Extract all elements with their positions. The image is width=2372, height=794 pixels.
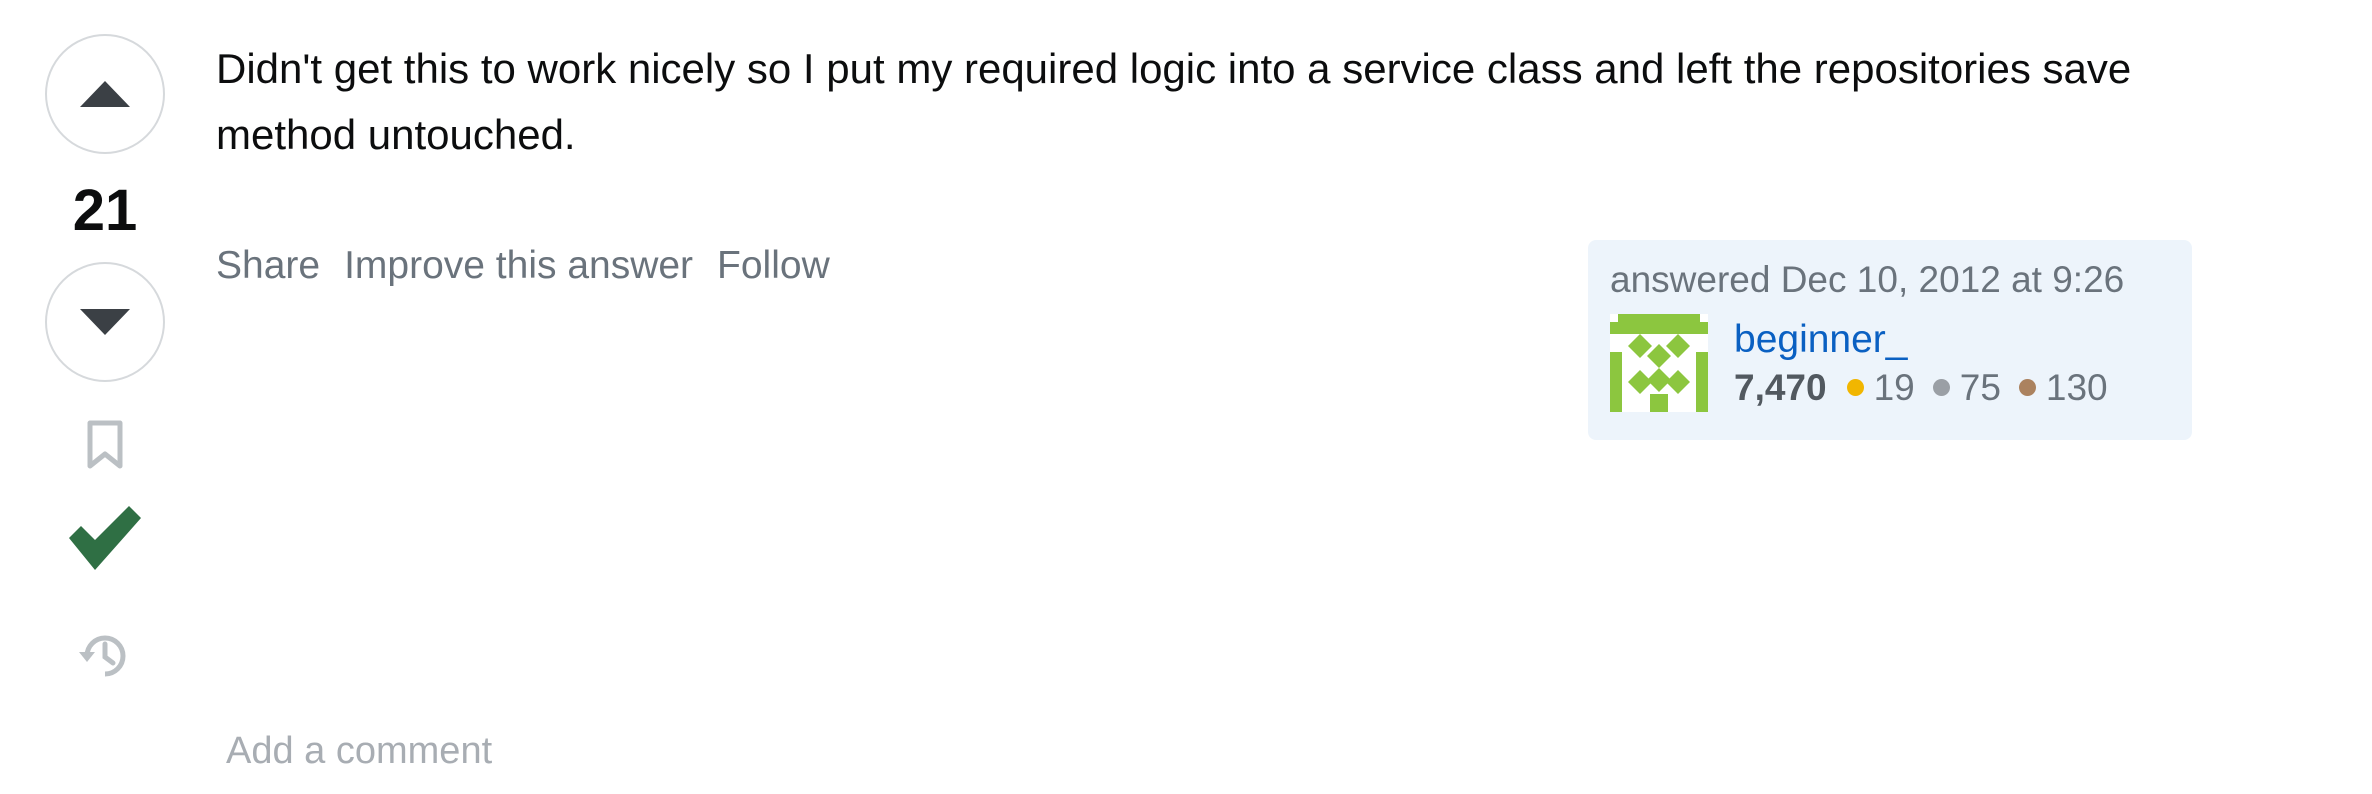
bookmark-icon xyxy=(87,420,123,469)
bronze-badge-count: 130 xyxy=(2045,366,2108,408)
bookmark-button[interactable] xyxy=(86,420,124,470)
history-icon xyxy=(79,635,126,677)
follow-link[interactable]: Follow xyxy=(717,244,830,288)
upvote-button[interactable] xyxy=(45,34,165,154)
silver-badge-count: 75 xyxy=(1959,366,2001,408)
history-button[interactable] xyxy=(77,628,133,684)
bronze-badge-icon xyxy=(2018,379,2036,397)
user-info: beginner_ 7,470 19 75 130 xyxy=(1610,314,2170,413)
user-details: beginner_ 7,470 19 75 130 xyxy=(1734,314,2126,412)
improve-answer-link[interactable]: Improve this answer xyxy=(344,244,693,288)
share-link[interactable]: Share xyxy=(216,244,320,288)
reputation-score: 7,470 xyxy=(1734,366,1827,408)
user-stats: 7,470 19 75 130 xyxy=(1734,367,2126,409)
vote-count: 21 xyxy=(72,178,138,243)
silver-badges: 75 xyxy=(1932,366,2001,409)
answered-timestamp[interactable]: answered Dec 10, 2012 at 9:26 xyxy=(1610,258,2170,302)
user-card: answered Dec 10, 2012 at 9:26 beginner_ … xyxy=(1588,240,2192,440)
downvote-button[interactable] xyxy=(45,262,165,382)
gold-badge-count: 19 xyxy=(1873,366,1915,408)
user-avatar[interactable] xyxy=(1610,314,1708,413)
arrow-up-icon xyxy=(80,81,130,107)
answer-body: Didn't get this to work nicely so I put … xyxy=(216,45,2132,158)
checkmark-icon xyxy=(69,506,141,570)
arrow-down-icon xyxy=(80,309,130,335)
gold-badge-icon xyxy=(1846,379,1864,397)
bronze-badges: 130 xyxy=(2018,366,2108,409)
user-name-link[interactable]: beginner_ xyxy=(1734,318,2126,363)
post-menu: Share Improve this answer Follow xyxy=(216,244,830,288)
gold-badges: 19 xyxy=(1846,366,1915,409)
silver-badge-icon xyxy=(1932,379,1950,397)
vote-column: 21 xyxy=(42,34,168,684)
add-comment-link[interactable]: Add a comment xyxy=(226,730,492,773)
accepted-answer-indicator xyxy=(67,500,143,576)
